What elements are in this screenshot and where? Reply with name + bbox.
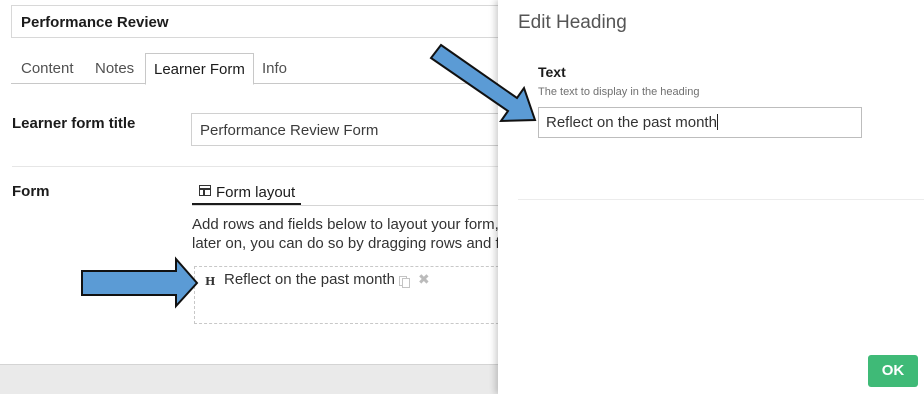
heading-text-input[interactable]: Reflect on the past month	[538, 107, 862, 138]
panel-title: Edit Heading	[518, 12, 627, 33]
text-field-label: Text	[538, 64, 566, 80]
tab-bar: Content Notes Learner Form Info	[11, 53, 500, 85]
form-layout-tab-label: Form layout	[216, 184, 296, 201]
tab-notes[interactable]: Notes	[95, 53, 134, 84]
text-field-help: The text to display in the heading	[538, 86, 700, 98]
document-name-field[interactable]: Performance Review	[11, 5, 500, 38]
panel-divider	[518, 199, 924, 200]
tab-learner-form[interactable]: Learner Form	[145, 53, 254, 85]
divider	[12, 166, 500, 167]
learner-form-title-input[interactable]: Performance Review Form	[191, 113, 500, 146]
heading-type-icon: H	[205, 275, 216, 288]
help-line-2: later on, you can do so by dragging rows…	[192, 235, 500, 252]
main-content: Performance Review Content Notes Learner…	[0, 0, 500, 394]
form-label: Form	[12, 183, 50, 200]
footer-bar	[0, 364, 500, 394]
close-icon[interactable]: ✖	[418, 271, 430, 288]
tab-content[interactable]: Content	[21, 53, 74, 84]
help-line-1: Add rows and fields below to layout your…	[192, 216, 499, 233]
learner-form-title-label: Learner form title	[12, 115, 136, 132]
heading-row-text[interactable]: Reflect on the past month	[224, 271, 395, 288]
edit-heading-panel: Edit Heading Text The text to display in…	[498, 0, 924, 394]
copy-icon[interactable]	[399, 276, 410, 288]
layout-tab-rule	[192, 205, 500, 206]
ok-button[interactable]: OK	[868, 355, 918, 387]
layout-icon	[199, 185, 211, 196]
tab-info[interactable]: Info	[262, 53, 287, 84]
text-caret	[716, 114, 718, 130]
heading-text-value: Reflect on the past month	[546, 114, 717, 131]
form-layout-help: Add rows and fields below to layout your…	[192, 215, 500, 253]
form-layout-tab[interactable]: Form layout	[192, 181, 301, 205]
